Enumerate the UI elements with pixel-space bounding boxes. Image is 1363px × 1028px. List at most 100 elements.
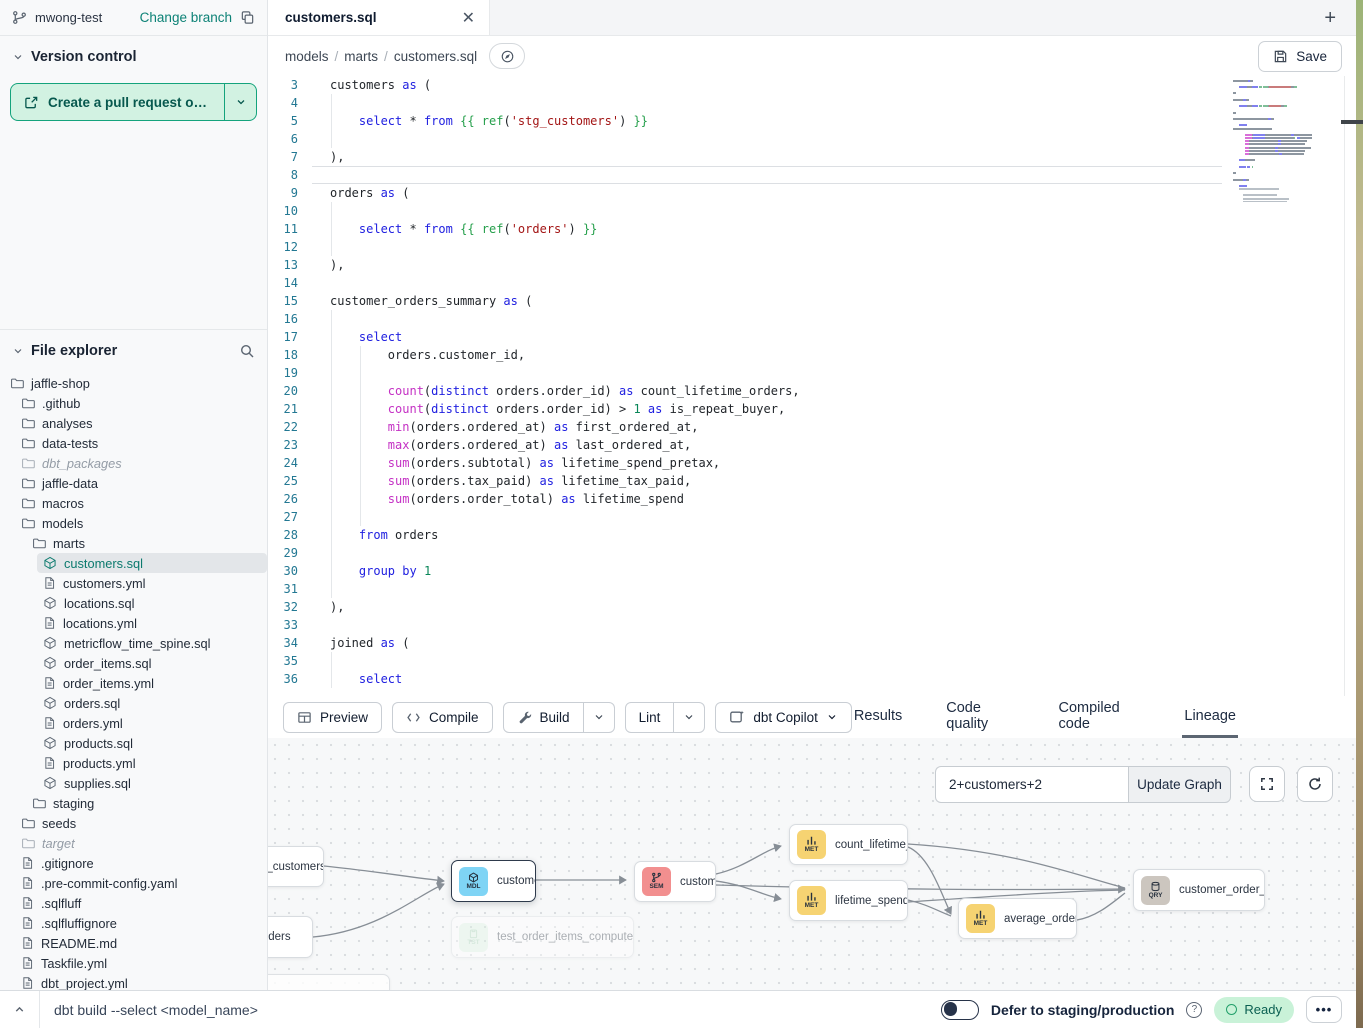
compile-button[interactable]: Compile bbox=[392, 702, 493, 733]
lineage-node-average-order-value[interactable]: METaverage_order_value bbox=[958, 898, 1077, 939]
panel-tab-results[interactable]: Results bbox=[852, 696, 904, 738]
code-line-8[interactable]: 8 bbox=[268, 166, 1356, 184]
file-tree-item-locations-sql[interactable]: locations.sql bbox=[37, 593, 267, 613]
code-line-26[interactable]: 26 sum(orders.order_total) as lifetime_s… bbox=[268, 490, 1356, 508]
docs-compass-button[interactable] bbox=[489, 43, 525, 69]
code-line-13[interactable]: 13), bbox=[268, 256, 1356, 274]
lineage-node-customer-order-metrics[interactable]: QRYcustomer_order_metrics bbox=[1133, 869, 1265, 911]
change-branch-link[interactable]: Change branch bbox=[140, 10, 232, 25]
file-tree-item-dbt-project-yml[interactable]: dbt_project.yml bbox=[15, 973, 267, 990]
build-dropdown-chevron[interactable] bbox=[584, 702, 615, 733]
file-tree-item-order-items-yml[interactable]: order_items.yml bbox=[37, 673, 267, 693]
file-tree-item-jaffle-data[interactable]: jaffle-data bbox=[15, 473, 267, 493]
code-line-6[interactable]: 6 bbox=[268, 130, 1356, 148]
new-tab-plus-icon[interactable]: + bbox=[1324, 8, 1336, 28]
file-tree-item--sqlfluff[interactable]: .sqlfluff bbox=[15, 893, 267, 913]
search-icon[interactable] bbox=[239, 343, 255, 359]
lineage-panel[interactable]: MDLstg_customersMDLordersMDLcustomersTST… bbox=[268, 738, 1356, 990]
pr-dropdown-chevron[interactable] bbox=[224, 84, 256, 120]
code-line-25[interactable]: 25 sum(orders.tax_paid) as lifetime_tax_… bbox=[268, 472, 1356, 490]
lint-button[interactable]: Lint bbox=[625, 702, 675, 733]
preview-button[interactable]: Preview bbox=[283, 702, 382, 733]
file-tree-item-macros[interactable]: macros bbox=[15, 493, 267, 513]
command-input[interactable] bbox=[54, 1002, 574, 1018]
code-editor[interactable]: 23customers as (45 select * from {{ ref(… bbox=[268, 76, 1356, 696]
file-tree-item-orders-yml[interactable]: orders.yml bbox=[37, 713, 267, 733]
code-line-34[interactable]: 34joined as ( bbox=[268, 634, 1356, 652]
code-line-35[interactable]: 35 bbox=[268, 652, 1356, 670]
file-tree-item-orders-sql[interactable]: orders.sql bbox=[37, 693, 267, 713]
lineage-node-orders[interactable]: MDLorders bbox=[268, 916, 313, 958]
lineage-node-customers[interactable]: MDLcustomers bbox=[451, 860, 536, 902]
panel-tab-code-quality[interactable]: Code quality bbox=[944, 696, 1016, 738]
code-line-7[interactable]: 7), bbox=[268, 148, 1356, 166]
code-line-11[interactable]: 11 select * from {{ ref('orders') }} bbox=[268, 220, 1356, 238]
file-tree-item-seeds[interactable]: seeds bbox=[15, 813, 267, 833]
file-tree-item-supplies-sql[interactable]: supplies.sql bbox=[37, 773, 267, 793]
code-line-31[interactable]: 31 bbox=[268, 580, 1356, 598]
help-icon[interactable]: ? bbox=[1186, 1002, 1202, 1018]
code-line-24[interactable]: 24 sum(orders.subtotal) as lifetime_spen… bbox=[268, 454, 1356, 472]
file-tree-item-target[interactable]: target bbox=[15, 833, 267, 853]
code-line-36[interactable]: 36 select bbox=[268, 670, 1356, 688]
file-tree-item-customers-sql[interactable]: customers.sql bbox=[37, 553, 267, 573]
lineage-node-partial[interactable] bbox=[268, 974, 390, 990]
dbt-copilot-button[interactable]: dbt Copilot bbox=[715, 702, 852, 733]
minimap[interactable] bbox=[1233, 76, 1312, 202]
file-tree-item-order-items-sql[interactable]: order_items.sql bbox=[37, 653, 267, 673]
update-graph-button[interactable]: Update Graph bbox=[1128, 766, 1231, 803]
file-tree-item-marts[interactable]: marts bbox=[26, 533, 267, 553]
lineage-node-count-lifetime-orders[interactable]: METcount_lifetime_orders bbox=[789, 824, 908, 865]
file-tree-item-dbt-packages[interactable]: dbt_packages bbox=[15, 453, 267, 473]
file-tree-item-analyses[interactable]: analyses bbox=[15, 413, 267, 433]
copilot-dropdown-chevron[interactable] bbox=[826, 711, 838, 723]
code-line-19[interactable]: 19 bbox=[268, 364, 1356, 382]
file-tree-item--sqlfluffignore[interactable]: .sqlfluffignore bbox=[15, 913, 267, 933]
code-line-27[interactable]: 27 bbox=[268, 508, 1356, 526]
code-line-30[interactable]: 30 group by 1 bbox=[268, 562, 1356, 580]
lineage-selector-input[interactable] bbox=[935, 766, 1128, 803]
code-line-10[interactable]: 10 bbox=[268, 202, 1356, 220]
code-line-29[interactable]: 29 bbox=[268, 544, 1356, 562]
file-tree-item-products-sql[interactable]: products.sql bbox=[37, 733, 267, 753]
code-line-33[interactable]: 33 bbox=[268, 616, 1356, 634]
panel-tab-lineage[interactable]: Lineage bbox=[1182, 696, 1238, 738]
file-tree-item-taskfile-yml[interactable]: Taskfile.yml bbox=[15, 953, 267, 973]
refresh-icon[interactable] bbox=[1297, 766, 1333, 802]
tab-customers-sql[interactable]: customers.sql ✕ bbox=[268, 0, 490, 35]
code-line-9[interactable]: 9orders as ( bbox=[268, 184, 1356, 202]
lineage-node-lifetime-spend-pretax[interactable]: METlifetime_spend_pretax bbox=[789, 880, 908, 921]
panel-tab-compiled-code[interactable]: Compiled code bbox=[1057, 696, 1143, 738]
file-tree-item-readme-md[interactable]: README.md bbox=[15, 933, 267, 953]
code-line-28[interactable]: 28 from orders bbox=[268, 526, 1356, 544]
file-tree-item-products-yml[interactable]: products.yml bbox=[37, 753, 267, 773]
code-line-32[interactable]: 32), bbox=[268, 598, 1356, 616]
file-tree-item--pre-commit-config-yaml[interactable]: .pre-commit-config.yaml bbox=[15, 873, 267, 893]
code-line-4[interactable]: 4 bbox=[268, 94, 1356, 112]
file-tree-item-customers-yml[interactable]: customers.yml bbox=[37, 573, 267, 593]
code-line-3[interactable]: 3customers as ( bbox=[268, 76, 1356, 94]
create-pr-button[interactable]: Create a pull request on Git... bbox=[10, 83, 257, 121]
copy-icon[interactable] bbox=[240, 10, 255, 25]
code-line-5[interactable]: 5 select * from {{ ref('stg_customers') … bbox=[268, 112, 1356, 130]
lineage-node-customers[interactable]: SEMcustomers bbox=[634, 861, 716, 902]
chevron-down-icon[interactable] bbox=[12, 51, 24, 63]
code-line-16[interactable]: 16 bbox=[268, 310, 1356, 328]
code-line-14[interactable]: 14 bbox=[268, 274, 1356, 292]
code-line-20[interactable]: 20 count(distinct orders.order_id) as co… bbox=[268, 382, 1356, 400]
code-line-17[interactable]: 17 select bbox=[268, 328, 1356, 346]
close-icon[interactable]: ✕ bbox=[462, 8, 475, 28]
code-line-21[interactable]: 21 count(distinct orders.order_id) > 1 a… bbox=[268, 400, 1356, 418]
chevron-down-icon[interactable] bbox=[12, 345, 24, 357]
file-tree-item-metricflow-time-spine-sql[interactable]: metricflow_time_spine.sql bbox=[37, 633, 267, 653]
save-button[interactable]: Save bbox=[1258, 41, 1342, 72]
code-line-23[interactable]: 23 max(orders.ordered_at) as last_ordere… bbox=[268, 436, 1356, 454]
file-tree-item-jaffle-shop[interactable]: jaffle-shop bbox=[4, 373, 267, 393]
file-tree-item-models[interactable]: models bbox=[15, 513, 267, 533]
more-options-button[interactable]: ••• bbox=[1306, 996, 1342, 1023]
code-line-15[interactable]: 15customer_orders_summary as ( bbox=[268, 292, 1356, 310]
file-tree-item-data-tests[interactable]: data-tests bbox=[15, 433, 267, 453]
build-button[interactable]: Build bbox=[503, 702, 584, 733]
lint-dropdown-chevron[interactable] bbox=[674, 702, 705, 733]
scrollbar-thumb[interactable] bbox=[1341, 120, 1363, 124]
